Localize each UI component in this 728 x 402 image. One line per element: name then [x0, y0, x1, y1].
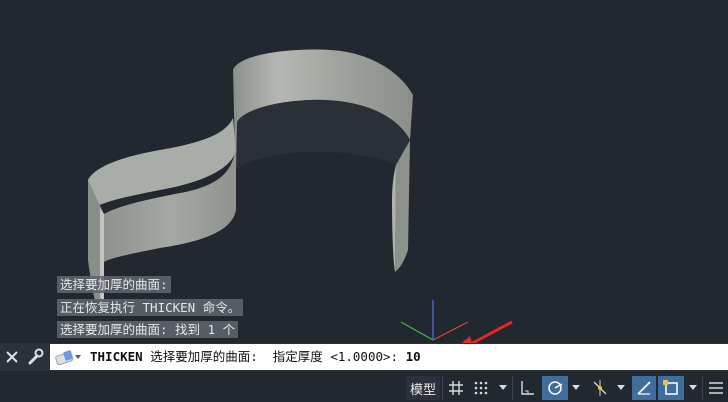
chevron-down-icon[interactable] [617, 385, 625, 390]
eraser-icon[interactable] [54, 348, 82, 366]
grid-icon[interactable] [445, 376, 467, 400]
ucs-axes-icon [400, 300, 469, 341]
model-tab[interactable]: 模型 [406, 376, 440, 400]
typed-value: 10 [405, 349, 421, 364]
history-line: 选择要加厚的曲面: 找到 1 个 [57, 321, 239, 338]
customize-menu-icon[interactable] [705, 376, 727, 400]
command-name: THICKEN [90, 349, 143, 364]
wrench-icon[interactable] [24, 343, 46, 371]
snap-icon[interactable] [469, 376, 493, 400]
drawing-viewport[interactable]: 选择要加厚的曲面: 正在恢复执行 THICKEN 命令。 选择要加厚的曲面: 找… [0, 0, 728, 353]
close-icon[interactable] [2, 343, 22, 371]
object-snap-tracking-icon[interactable] [588, 376, 612, 400]
isodraft-icon[interactable] [632, 376, 656, 400]
polar-tracking-icon[interactable] [542, 376, 568, 400]
command-line-input[interactable]: THICKEN 选择要加厚的曲面: 指定厚度 <1.0000>: 10 [50, 344, 728, 370]
command-prompt: THICKEN 选择要加厚的曲面: 指定厚度 <1.0000>: 10 [90, 344, 421, 370]
history-line: 选择要加厚的曲面: [57, 276, 171, 293]
prompt-text: 选择要加厚的曲面: 指定厚度 <1.0000>: [142, 349, 406, 364]
object-snap-icon[interactable] [658, 376, 684, 400]
ortho-icon[interactable] [516, 376, 538, 400]
red-arrow [450, 320, 513, 353]
chevron-down-icon[interactable] [499, 385, 507, 390]
chevron-down-icon[interactable] [689, 385, 697, 390]
chevron-down-icon[interactable] [572, 385, 580, 390]
history-line: 正在恢复执行 THICKEN 命令。 [57, 299, 244, 316]
status-bar: 模型 [0, 371, 728, 402]
